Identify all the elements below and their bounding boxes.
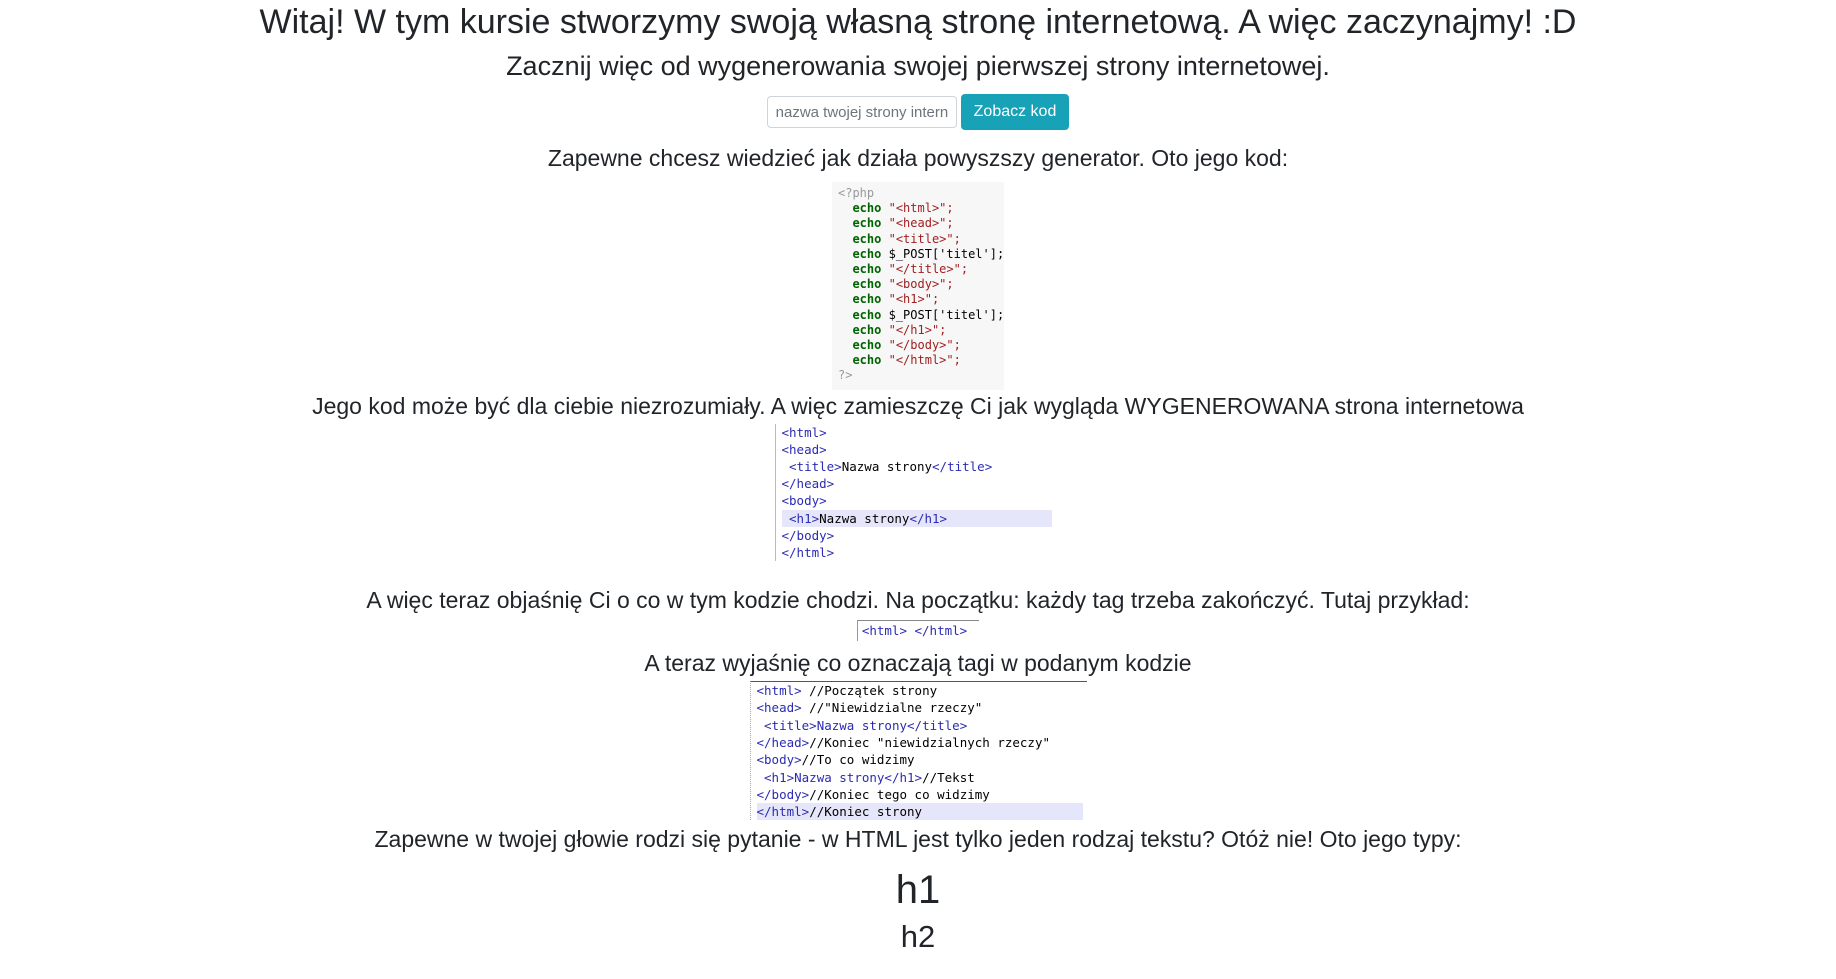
text-types-intro-text: Zapewne w twojej głowie rodzi się pytani… [374,826,1462,853]
code-tag: <body> [756,752,802,768]
code-line: <html> [782,425,827,440]
code-keyword: echo [852,322,882,337]
code-comment: //Koniec tego co widzimy [809,786,990,802]
code-tag: </head> [756,734,810,750]
code-line: <head> [782,442,827,457]
code-tag: </html> [756,804,810,820]
code-comment: //Koniec strony [809,804,923,820]
code-keyword: echo [852,292,882,307]
code-line: <html> //Początek strony [757,683,938,698]
code-keyword: echo [852,353,882,368]
code-keyword: echo [852,307,882,322]
code-line: echo "<title>"; [838,231,961,246]
generator-intro-text: Zapewne chcesz wiedzieć jak działa powys… [547,145,1289,171]
page: Witaj! W tym kursie stworzymy swoją włas… [0,0,1836,955]
code-string: "<html>"; [888,201,954,216]
code-tag: <head> [781,441,827,457]
closing-tag-example-image: <html> </html> [856,620,980,642]
code-tag: <title>Nazwa strony</title> [756,717,968,733]
code-line: </html>//Koniec strony [756,803,1083,821]
code-line: echo "<body>"; [838,277,954,292]
code-tag: <head> [756,700,802,716]
page-title: Witaj! W tym kursie stworzymy swoją włas… [259,3,1577,41]
generated-intro-text: Jego kod może być dla ciebie niezrozumia… [312,392,1524,419]
code-string: "</body>"; [888,338,961,353]
code-tag: </html> [781,545,835,561]
code-comment: //Koniec "niewidzialnych rzeczy" [809,734,1051,750]
code-line: <?php [838,186,875,200]
tags-intro-text: A teraz wyjaśnię co oznaczają tagi w pod… [644,650,1192,677]
code-line: echo "<html>"; [838,201,954,216]
code-text: Nazwa strony [841,459,933,475]
code-line: <h1>Nazwa strony</h1> [781,509,1052,527]
code-tag: <html> [781,424,827,440]
code-tag: </body> [756,786,810,802]
code-line: echo "<h1>"; [838,292,939,306]
code-tag: <html> [756,683,802,699]
code-string: "<title>"; [888,231,961,246]
code-tag: </body> [781,527,835,543]
code-tag: <h1> [781,510,820,526]
code-comment: //Tekst [922,769,975,785]
generated-html-code-image: <html> <head> <title>Nazwa strony</title… [774,423,1062,562]
code-keyword: echo [852,262,882,277]
code-line: echo "</h1>"; [838,323,946,337]
code-string: "<body>"; [888,277,954,292]
code-line: echo "<head>"; [838,216,954,231]
generator-form: Zobacz kod [0,94,1836,130]
heading-h1-example: h1 [895,868,941,913]
code-line: echo $_POST['titel']; [838,308,1004,322]
closing-tag-intro-text: A więc teraz objaśnię Ci o co w tym kodz… [366,587,1470,614]
code-string: "<head>"; [888,216,954,231]
code-tag: <title> [781,459,842,475]
commented-html-code-image: <html> //Początek strony <head> //"Niewi… [749,681,1087,821]
code-line: echo "</body>"; [838,338,961,353]
code-tag: <h1>Nazwa strony</h1> [756,769,923,785]
code-comment: //To co widzimy [801,752,915,768]
code-line: </head>//Koniec "niewidzialnych rzeczy" [757,735,1051,750]
code-keyword: echo [852,338,882,353]
heading-h2-example: h2 [900,919,936,955]
code-keyword: echo [852,277,882,292]
code-string: "<h1>"; [888,292,940,307]
code-keyword: echo [852,201,882,216]
code-string: $_POST['titel']; [888,246,1005,261]
code-comment: //"Niewidzialne rzeczy" [801,700,983,716]
code-keyword: echo [852,246,882,261]
code-keyword: echo [852,216,882,231]
code-line: </body> [782,528,835,543]
code-line: ?> [838,368,853,383]
code-line: echo $_POST['titel']; [838,247,1004,261]
code-text: Nazwa strony [819,510,910,526]
code-tag: </h1> [909,510,948,526]
site-name-input[interactable] [766,96,957,128]
code-keyword: echo [852,231,882,246]
code-tag: <body> [781,493,827,509]
closing-tag-example-code: <html> </html> [861,623,968,639]
page-subtitle: Zacznij więc od wygenerowania swojej pie… [506,51,1330,81]
code-tag: </head> [781,476,835,492]
show-code-button[interactable]: Zobacz kod [960,94,1070,130]
code-string: "</html>"; [888,353,961,368]
code-line: <h1>Nazwa strony</h1>//Tekst [757,770,975,785]
code-line: <body>//To co widzimy [757,752,915,767]
code-line: <title>Nazwa strony</title> [781,459,993,475]
code-line: </head> [782,476,835,491]
code-line: <title>Nazwa strony</title> [756,717,968,733]
code-line: echo "</title>"; [838,262,968,276]
code-string: "</h1>"; [888,322,947,337]
code-line: <head> //"Niewidzialne rzeczy" [757,700,983,715]
code-line: </body>//Koniec tego co widzimy [757,787,990,802]
code-line: echo "</html>"; [838,353,961,368]
code-string: "</title>"; [888,262,969,277]
code-string: $_POST['titel']; [888,307,1005,322]
code-line: <body> [782,493,827,508]
code-line: </html> [782,545,835,560]
php-code-image: <?php echo "<html>"; echo "<head>"; echo… [832,182,1004,390]
code-tag: </title> [932,459,993,475]
code-comment: //Początek strony [801,683,938,699]
